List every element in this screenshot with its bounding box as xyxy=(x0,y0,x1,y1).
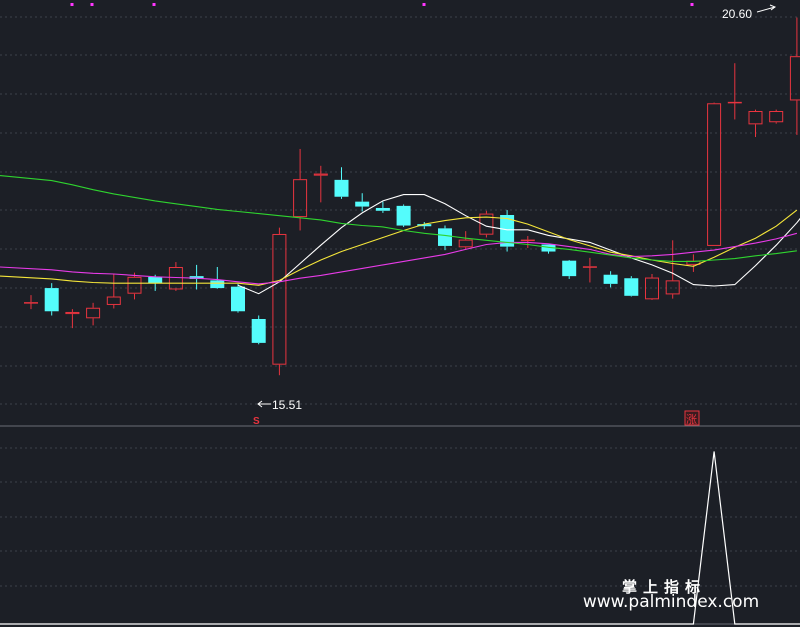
candle-body-up xyxy=(707,103,722,246)
candle[interactable] xyxy=(24,295,38,310)
candle-body-down xyxy=(438,228,452,246)
candle-body-up xyxy=(789,56,800,101)
candle[interactable] xyxy=(396,204,411,227)
candle[interactable] xyxy=(231,283,245,313)
candlestick-series[interactable] xyxy=(24,17,800,376)
candle-body-up xyxy=(748,111,763,125)
candle-body-up xyxy=(313,173,328,176)
low-label: 15.51 xyxy=(272,398,302,412)
candle[interactable] xyxy=(313,165,328,203)
candle-body-up xyxy=(769,111,784,123)
candle[interactable] xyxy=(645,274,659,301)
candle-body-down xyxy=(44,288,59,312)
top-signal-dot xyxy=(422,3,426,6)
candle[interactable] xyxy=(562,259,577,279)
candle[interactable] xyxy=(65,309,80,329)
candle[interactable] xyxy=(272,227,287,376)
candle[interactable] xyxy=(168,262,183,291)
candle[interactable] xyxy=(727,63,742,120)
candle[interactable] xyxy=(438,225,452,251)
candle-body-up xyxy=(106,296,121,305)
moving-average-lines xyxy=(0,175,800,295)
candle[interactable] xyxy=(127,272,142,300)
stock-chart: 20.60 15.51 S 涨 xyxy=(0,3,800,625)
candle-body-up xyxy=(168,267,183,290)
candle[interactable] xyxy=(769,109,784,124)
candle[interactable] xyxy=(106,274,121,309)
candle-body-up xyxy=(86,307,101,319)
candle-body-down xyxy=(375,207,390,211)
candle-body-up xyxy=(293,179,308,218)
candle-body-down xyxy=(148,276,163,284)
top-signal-dot xyxy=(90,3,94,6)
candle[interactable] xyxy=(189,264,204,290)
candle-body-up xyxy=(520,239,535,242)
candle[interactable] xyxy=(355,193,370,212)
moving-average-white xyxy=(237,194,800,295)
candle-body-up xyxy=(272,233,287,365)
candle-body-down xyxy=(251,319,266,343)
candle-body-down xyxy=(562,260,577,277)
top-signal-dots xyxy=(70,3,694,6)
candle-body-down xyxy=(210,280,225,289)
high-label: 20.60 xyxy=(722,7,752,21)
candle-body-down xyxy=(231,286,245,312)
limit-up-tag: 涨 xyxy=(686,413,697,426)
candle-body-down xyxy=(603,274,618,284)
signal-marker: S xyxy=(253,416,260,427)
candle[interactable] xyxy=(582,257,597,283)
candle-body-down xyxy=(355,201,370,207)
candle-body-up xyxy=(458,239,473,248)
candle-body-up xyxy=(127,276,142,294)
candle-body-up xyxy=(727,101,742,104)
candle-body-down xyxy=(624,278,639,296)
candle-body-up xyxy=(665,280,680,295)
candle-body-down xyxy=(334,179,349,197)
candle[interactable] xyxy=(665,240,680,299)
top-signal-dot xyxy=(70,3,74,6)
candle[interactable] xyxy=(707,102,722,246)
watermark-caption-url: www.palmindex.com xyxy=(582,592,760,612)
candle-body-up xyxy=(24,302,38,304)
candle-body-up xyxy=(65,311,80,315)
candle[interactable] xyxy=(541,244,556,254)
candle[interactable] xyxy=(210,267,225,289)
top-signal-dot xyxy=(152,3,156,6)
candle-body-down xyxy=(396,205,411,226)
candle[interactable] xyxy=(789,17,800,135)
candle[interactable] xyxy=(624,276,639,297)
candle-body-up xyxy=(582,266,597,268)
candle[interactable] xyxy=(686,254,701,272)
candle[interactable] xyxy=(603,271,618,288)
candle[interactable] xyxy=(86,302,101,326)
candle[interactable] xyxy=(251,315,266,345)
top-signal-dot xyxy=(690,3,694,6)
candle[interactable] xyxy=(500,210,515,252)
candle[interactable] xyxy=(458,231,473,250)
